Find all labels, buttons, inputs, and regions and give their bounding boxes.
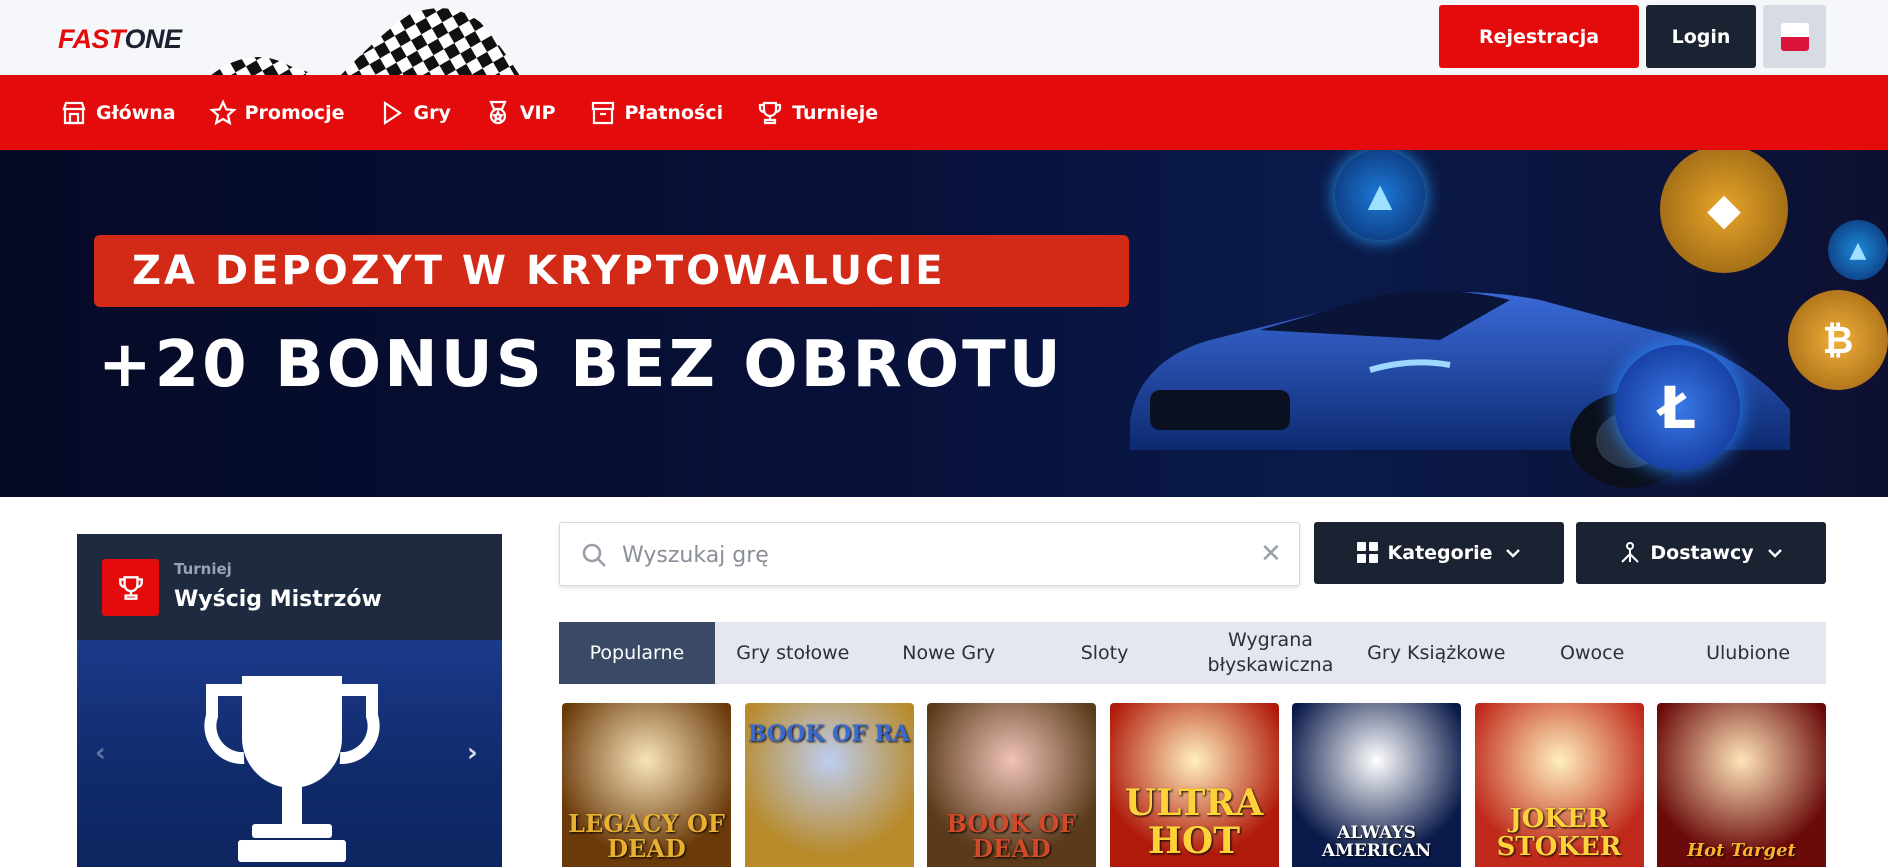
game-tile[interactable]: Hot Target — [1657, 703, 1826, 867]
nav-item-games[interactable]: Gry — [377, 99, 451, 127]
search-input[interactable] — [622, 535, 1222, 575]
game-title: JOKER STOKER — [1496, 804, 1622, 862]
trophy-large-icon — [204, 676, 380, 862]
logo-one: ONE — [124, 24, 183, 54]
flag-pl-icon — [1780, 22, 1809, 51]
ethereum-coin-icon: ◆ — [1660, 150, 1788, 273]
nav-item-tournaments[interactable]: Turnieje — [756, 99, 878, 127]
game-tile[interactable]: ULTRA HOT — [1109, 703, 1279, 867]
login-button[interactable]: Login — [1646, 5, 1756, 68]
nav-label-home: Główna — [96, 101, 176, 124]
tab-favorites[interactable]: Ulubione — [1670, 622, 1826, 684]
tournament-kicker: Turniej — [174, 560, 232, 578]
banner-headline: ZA DEPOZYT W KRYPTOWALUCIE — [132, 248, 946, 294]
checkered-flag-decoration — [210, 8, 520, 76]
tab-instant-win[interactable]: Wygrana błyskawiczna — [1183, 622, 1359, 684]
nav-label-vip: VIP — [519, 101, 556, 124]
trophy-icon — [758, 101, 782, 124]
chevron-down-icon — [1506, 549, 1521, 558]
providers-icon — [1621, 542, 1640, 563]
game-tile[interactable]: LEGACY OF DEAD — [562, 703, 731, 867]
tron-coin-icon: ▲ — [1335, 150, 1425, 240]
play-icon — [384, 100, 403, 125]
tournament-title: Wyścig Mistrzów — [174, 587, 382, 612]
bitcoin-coin-icon: ₿ — [1788, 290, 1888, 390]
providers-label: Dostawcy — [1650, 542, 1754, 564]
nav-label-games: Gry — [413, 101, 451, 124]
game-title: ALWAYS AMERICAN — [1321, 823, 1432, 862]
game-title: LEGACY OF DEAD — [568, 808, 725, 863]
carousel-prev-arrow[interactable]: ‹ — [95, 738, 106, 768]
categories-label: Kategorie — [1387, 542, 1493, 564]
logo-fast: FAST — [58, 24, 125, 54]
game-grid: LEGACY OF DEAD BOOK OF RA BOOK OF DEAD U… — [562, 703, 1826, 867]
litecoin-coin-icon: Ł — [1615, 345, 1740, 470]
promo-banner[interactable]: ZA DEPOZYT W KRYPTOWALUCIE +20 BONUS BEZ… — [0, 150, 1888, 497]
game-title: BOOK OF DEAD — [946, 808, 1077, 863]
tournament-card-header: Turniej Wyścig Mistrzów — [77, 534, 502, 640]
trophy-icon — [102, 559, 159, 616]
providers-dropdown-button[interactable]: Dostawcy — [1576, 522, 1826, 584]
nav-label-tournaments: Turnieje — [792, 101, 879, 124]
site-logo[interactable]: FASTONE — [58, 24, 182, 55]
tab-new-games[interactable]: Nowe Gry — [871, 622, 1027, 684]
tab-slots[interactable]: Sloty — [1027, 622, 1183, 684]
tab-fruits[interactable]: Owoce — [1514, 622, 1670, 684]
nav-item-payments[interactable]: Płatności — [589, 99, 724, 127]
nav-item-vip[interactable]: VIP — [484, 99, 556, 127]
clear-search-icon[interactable]: ✕ — [1260, 539, 1282, 569]
chevron-down-icon — [1767, 549, 1782, 558]
tab-book-games[interactable]: Gry Książkowe — [1358, 622, 1514, 684]
home-icon — [62, 101, 86, 124]
game-category-tabs: Popularne Gry stołowe Nowe Gry Sloty Wyg… — [559, 622, 1826, 684]
game-title: ULTRA HOT — [1124, 782, 1264, 863]
tron-coin-small-icon: ▲ — [1828, 220, 1888, 280]
grid-icon — [1356, 542, 1378, 563]
game-tile[interactable]: BOOK OF RA — [744, 703, 914, 867]
game-search-box: ✕ — [559, 522, 1300, 586]
nav-label-payments: Płatności — [624, 101, 724, 124]
banner-subheadline: +20 BONUS BEZ OBROTU — [98, 328, 1064, 402]
tournament-card[interactable]: Turniej Wyścig Mistrzów ‹ › — [77, 534, 502, 867]
medal-icon — [489, 100, 507, 124]
carousel-next-arrow[interactable]: › — [467, 738, 478, 768]
star-icon — [208, 98, 237, 125]
game-tile[interactable]: JOKER STOKER — [1474, 703, 1644, 867]
categories-dropdown-button[interactable]: Kategorie — [1314, 522, 1564, 584]
tournament-card-body: ‹ › — [77, 640, 502, 867]
game-title: BOOK OF RA — [748, 721, 910, 747]
nav-item-promotions[interactable]: Promocje — [208, 98, 345, 127]
tab-popular[interactable]: Popularne — [559, 622, 715, 684]
language-selector[interactable] — [1763, 5, 1826, 68]
game-title: Hot Target — [1687, 840, 1796, 862]
tab-table-games[interactable]: Gry stołowe — [715, 622, 871, 684]
game-tile[interactable]: BOOK OF DEAD — [927, 703, 1096, 867]
register-button[interactable]: Rejestracja — [1439, 5, 1639, 68]
main-nav: Główna Promocje Gry VIP Płatności Turnie… — [0, 75, 1888, 150]
top-header: FASTONE Rejestracja Login — [0, 0, 1888, 76]
game-tile[interactable]: ALWAYS AMERICAN — [1292, 703, 1461, 867]
payment-icon — [591, 101, 614, 124]
search-icon — [582, 543, 606, 567]
nav-label-promotions: Promocje — [244, 101, 345, 124]
nav-item-home[interactable]: Główna — [60, 99, 176, 127]
banner-headline-box: ZA DEPOZYT W KRYPTOWALUCIE — [94, 235, 1129, 307]
